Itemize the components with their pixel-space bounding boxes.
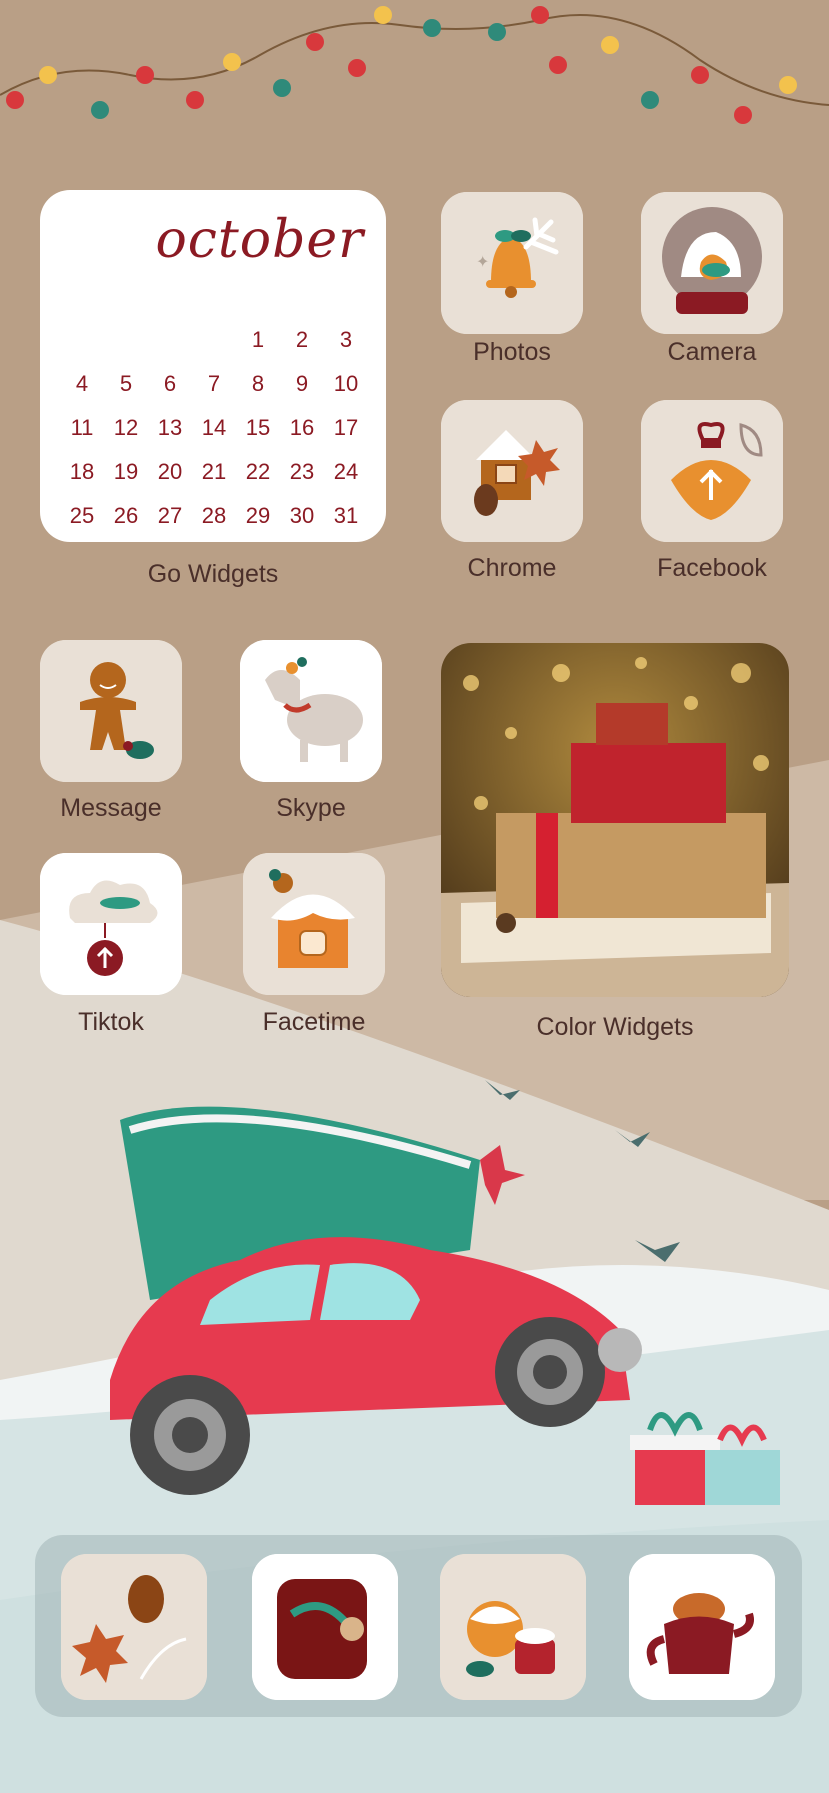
svg-text:✦: ✦	[476, 254, 489, 271]
pinecone-cookie-icon	[61, 1554, 207, 1700]
calendar-day: 25	[69, 503, 95, 528]
pudding-cocoa-icon	[440, 1554, 586, 1700]
calendar-day: 12	[113, 415, 139, 440]
dock-app-3[interactable]	[440, 1554, 586, 1700]
calendar-day: 20	[157, 459, 183, 484]
tiktok-app-icon[interactable]	[40, 853, 182, 995]
calendar-day-grid: 1 2 3 4 5 6 7 8 9 10 11 12 13 14 15 16 17 18 19 20 21 22 23 24 2…	[60, 318, 370, 538]
photos-app-icon[interactable]: ✦	[441, 192, 583, 334]
snowy-house-icon	[243, 853, 385, 995]
calendar-day	[104, 318, 148, 362]
calendar-day	[148, 318, 192, 362]
calendar-day: 22	[245, 459, 271, 484]
calendar-day: 14	[201, 415, 227, 440]
facetime-app-icon[interactable]	[243, 853, 385, 995]
dock-app-2[interactable]	[252, 1554, 398, 1700]
ornament-icon	[641, 400, 783, 542]
calendar-day: 8	[251, 371, 265, 396]
calendar-day: 19	[113, 459, 139, 484]
calendar-day: 1	[251, 327, 265, 352]
facebook-app-icon[interactable]	[641, 400, 783, 542]
gift-box-icon	[252, 1554, 398, 1700]
gingerbread-house-icon	[441, 400, 583, 542]
calendar-day: 2	[295, 327, 309, 352]
calendar-day: 31	[333, 503, 359, 528]
calendar-day: 15	[245, 415, 271, 440]
facetime-app-label: Facetime	[262, 1008, 366, 1036]
teapot-icon	[629, 1554, 775, 1700]
dock-app-1[interactable]	[61, 1554, 207, 1700]
calendar-day	[192, 318, 236, 362]
calendar-day: 3	[339, 327, 353, 352]
christmas-gifts-photo	[441, 643, 789, 997]
dock-app-4[interactable]	[629, 1554, 775, 1700]
calendar-day: 9	[295, 371, 309, 396]
calendar-day: 28	[201, 503, 227, 528]
calendar-day: 10	[333, 371, 359, 396]
calendar-day: 26	[113, 503, 139, 528]
photo-widget-label: Color Widgets	[536, 1013, 694, 1041]
calendar-day: 11	[70, 415, 94, 440]
calendar-day: 4	[75, 371, 89, 396]
calendar-day: 7	[207, 371, 221, 396]
calendar-day: 6	[163, 371, 177, 396]
skype-app-label: Skype	[276, 794, 346, 822]
facebook-app-label: Facebook	[657, 554, 767, 582]
calendar-day: 30	[289, 503, 315, 528]
calendar-day: 29	[245, 503, 271, 528]
calendar-day: 21	[201, 459, 227, 484]
calendar-month: october	[155, 210, 364, 270]
snow-globe-icon	[641, 192, 783, 334]
calendar-day: 16	[289, 415, 315, 440]
chrome-app-icon[interactable]	[441, 400, 583, 542]
gingerbread-man-icon	[40, 640, 182, 782]
chrome-app-label: Chrome	[467, 554, 557, 582]
camera-app-icon[interactable]	[641, 192, 783, 334]
calendar-day: 24	[333, 459, 359, 484]
cloud-ornament-icon	[40, 853, 182, 995]
camera-app-label: Camera	[667, 338, 757, 366]
calendar-day: 5	[119, 371, 133, 396]
calendar-widget[interactable]: october 1 2 3 4 5 6 7 8 9 10 11 12 13 14 15 16 17 18 19 20 2…	[40, 190, 386, 542]
reindeer-icon	[240, 640, 382, 782]
calendar-day: 27	[157, 503, 183, 528]
calendar-widget-label: Go Widgets	[147, 560, 279, 588]
message-app-label: Message	[60, 794, 162, 822]
tiktok-app-label: Tiktok	[78, 1008, 144, 1036]
dock	[35, 1535, 802, 1717]
message-app-icon[interactable]	[40, 640, 182, 782]
christmas-bell-icon: ✦	[441, 192, 583, 334]
photos-app-label: Photos	[473, 338, 551, 366]
calendar-day: 23	[289, 459, 315, 484]
calendar-day: 18	[69, 459, 95, 484]
skype-app-icon[interactable]	[240, 640, 382, 782]
calendar-day: 17	[333, 415, 359, 440]
calendar-day	[60, 318, 104, 362]
calendar-day: 13	[157, 415, 183, 440]
photo-widget[interactable]	[441, 643, 789, 997]
